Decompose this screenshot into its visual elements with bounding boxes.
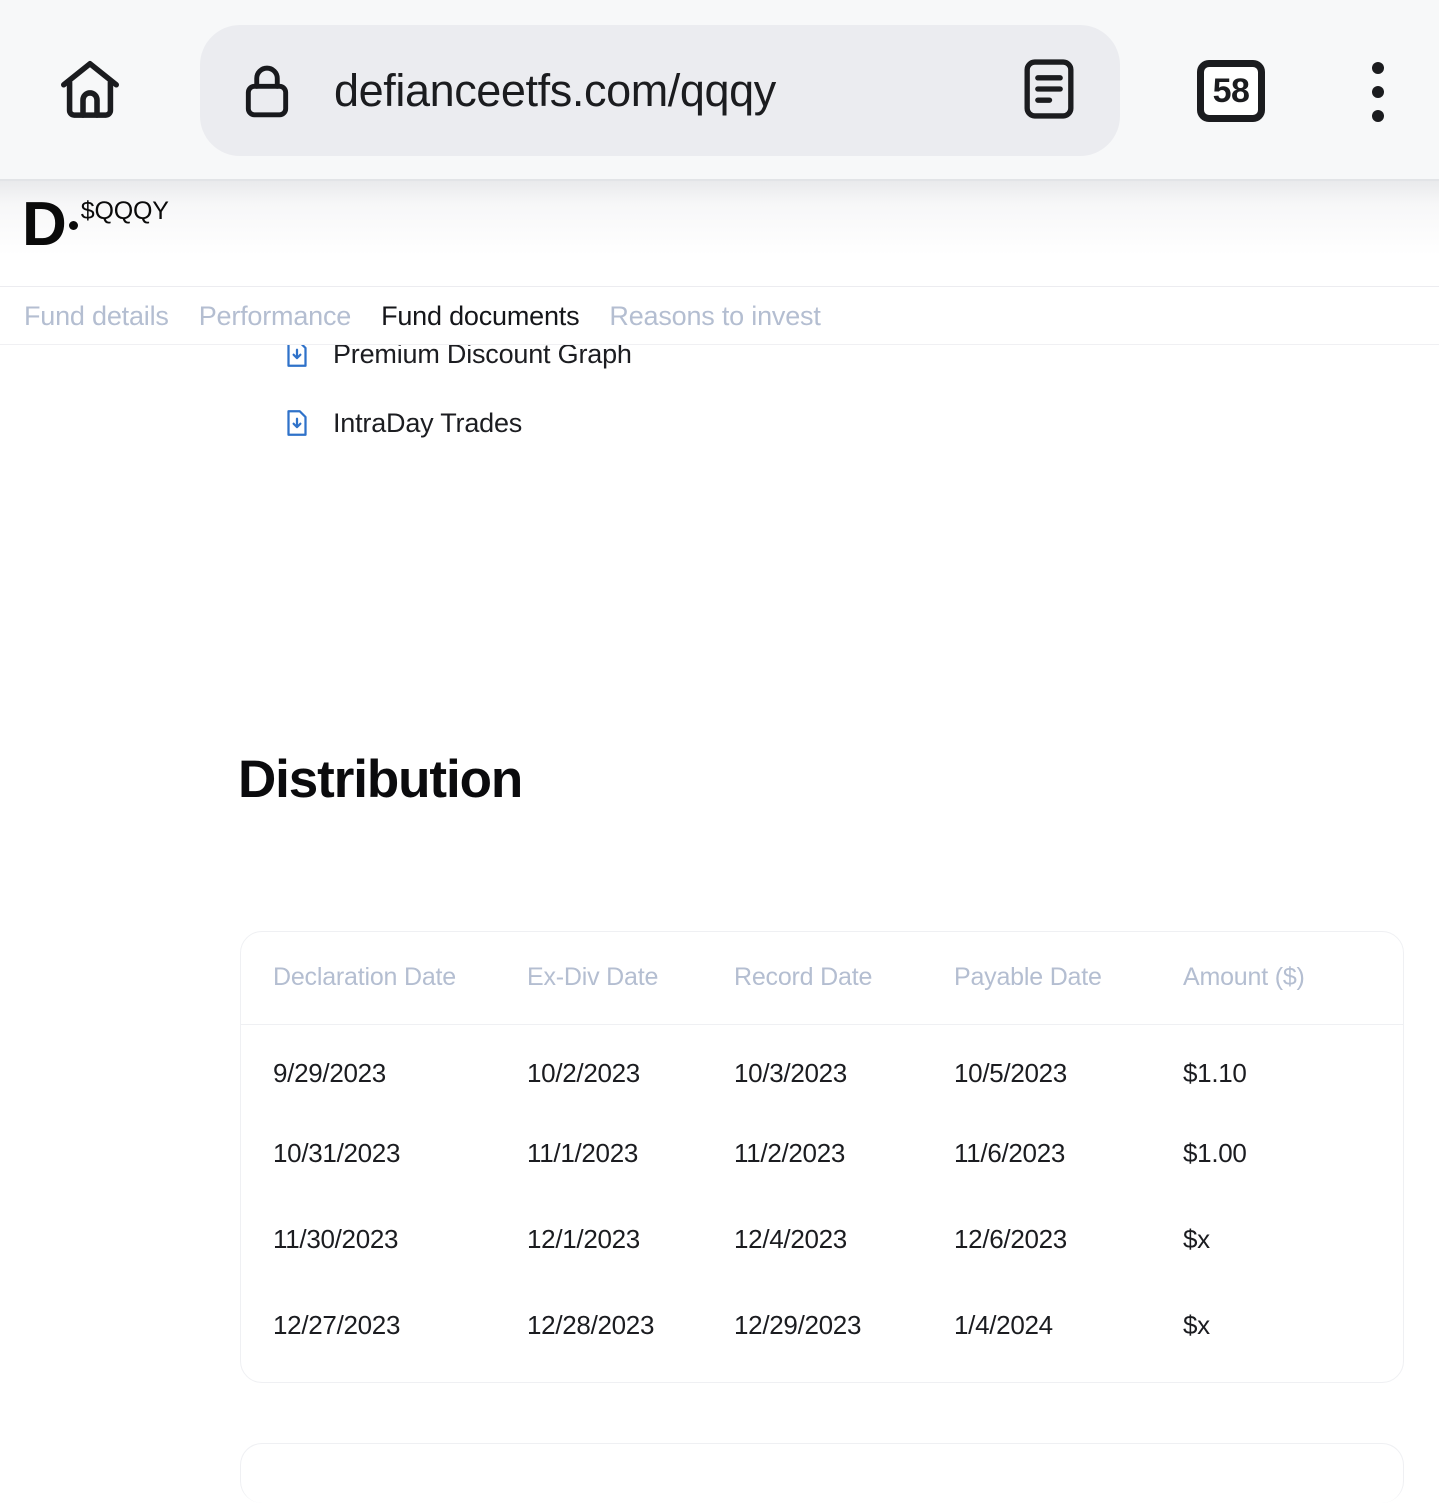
reader-mode-icon (1018, 56, 1080, 127)
tab-fund-details[interactable]: Fund details (24, 301, 169, 332)
cell-record-date: 10/3/2023 (734, 1057, 847, 1088)
tab-counter-label: 58 (1212, 72, 1250, 110)
overflow-menu-button[interactable] (1340, 48, 1416, 136)
site-header: D $QQQY (0, 181, 1439, 287)
document-link-label: IntraDay Trades (333, 407, 523, 438)
page-content: Premium Discount Graph IntraDay Trades D… (0, 287, 1439, 1503)
cell-ex-div-date: 12/1/2023 (527, 1223, 640, 1254)
document-link-intraday-trades[interactable]: IntraDay Trades (282, 403, 632, 443)
cell-amount: $x (1183, 1223, 1210, 1254)
cell-payable-date: 1/4/2024 (954, 1309, 1053, 1340)
column-header-payable-date: Payable Date (954, 963, 1102, 992)
next-section-card (240, 1443, 1404, 1503)
column-header-amount: Amount ($) (1183, 963, 1305, 992)
distribution-table-body: 9/29/2023 10/2/2023 10/3/2023 10/5/2023 … (241, 1024, 1403, 1368)
cell-record-date: 12/29/2023 (734, 1309, 862, 1340)
cell-record-date: 12/4/2023 (734, 1223, 847, 1254)
table-row: 12/27/2023 12/28/2023 12/29/2023 1/4/202… (241, 1282, 1403, 1368)
overflow-menu-icon-dot (1372, 110, 1384, 122)
distribution-card: Declaration Date Ex-Div Date Record Date… (240, 931, 1404, 1383)
brand-ticker: $QQQY (80, 197, 169, 225)
brand-letter: D (22, 190, 67, 259)
cell-declaration-date: 9/29/2023 (273, 1057, 386, 1088)
tab-performance[interactable]: Performance (199, 301, 352, 332)
distribution-heading: Distribution (238, 750, 523, 809)
cell-declaration-date: 11/30/2023 (273, 1223, 399, 1254)
table-header-row: Declaration Date Ex-Div Date Record Date… (241, 932, 1403, 1024)
cell-ex-div-date: 10/2/2023 (527, 1057, 640, 1088)
section-nav: Fund details Performance Fund documents … (0, 287, 1439, 345)
cell-declaration-date: 10/31/2023 (273, 1137, 401, 1168)
column-header-declaration-date: Declaration Date (273, 963, 457, 992)
brand-dot-icon (68, 221, 78, 230)
tab-reasons-to-invest[interactable]: Reasons to invest (609, 301, 820, 332)
table-row: 9/29/2023 10/2/2023 10/3/2023 10/5/2023 … (241, 1024, 1403, 1110)
cell-ex-div-date: 11/1/2023 (527, 1137, 639, 1168)
cell-payable-date: 10/5/2023 (954, 1057, 1067, 1088)
column-header-record-date: Record Date (734, 963, 873, 992)
home-button[interactable] (42, 48, 138, 136)
cell-payable-date: 11/6/2023 (954, 1137, 1066, 1168)
distribution-table: Declaration Date Ex-Div Date Record Date… (241, 932, 1403, 1368)
section-nav-divider (0, 344, 1439, 345)
cell-ex-div-date: 12/28/2023 (527, 1309, 655, 1340)
cell-amount: $x (1183, 1309, 1210, 1340)
url-bar[interactable]: defianceetfs.com/qqqy (200, 25, 1120, 156)
home-icon (53, 55, 127, 130)
distribution-table-head: Declaration Date Ex-Div Date Record Date… (241, 932, 1403, 1024)
table-row: 11/30/2023 12/1/2023 12/4/2023 12/6/2023… (241, 1196, 1403, 1282)
tab-fund-documents[interactable]: Fund documents (381, 301, 580, 332)
overflow-menu-icon (1372, 62, 1384, 74)
tab-counter-icon: 58 (1197, 60, 1265, 122)
lock-icon (238, 60, 296, 122)
column-header-ex-div-date: Ex-Div Date (527, 963, 659, 992)
url-text[interactable]: defianceetfs.com/qqqy (334, 65, 776, 117)
fund-documents-list: Premium Discount Graph IntraDay Trades (282, 334, 632, 472)
cell-record-date: 11/2/2023 (734, 1137, 846, 1168)
cell-amount: $1.00 (1183, 1137, 1247, 1168)
overflow-menu-icon-dot (1372, 86, 1384, 98)
tab-counter-button[interactable]: 58 (1192, 52, 1270, 130)
cell-payable-date: 12/6/2023 (954, 1223, 1067, 1254)
reader-mode-button[interactable] (1010, 52, 1088, 130)
cell-amount: $1.10 (1183, 1057, 1247, 1088)
cell-declaration-date: 12/27/2023 (273, 1309, 401, 1340)
browser-chrome: defianceetfs.com/qqqy 58 (0, 0, 1439, 181)
brand-logo[interactable]: D $QQQY (22, 190, 169, 259)
table-row: 10/31/2023 11/1/2023 11/2/2023 11/6/2023… (241, 1110, 1403, 1196)
document-download-icon (282, 408, 312, 438)
